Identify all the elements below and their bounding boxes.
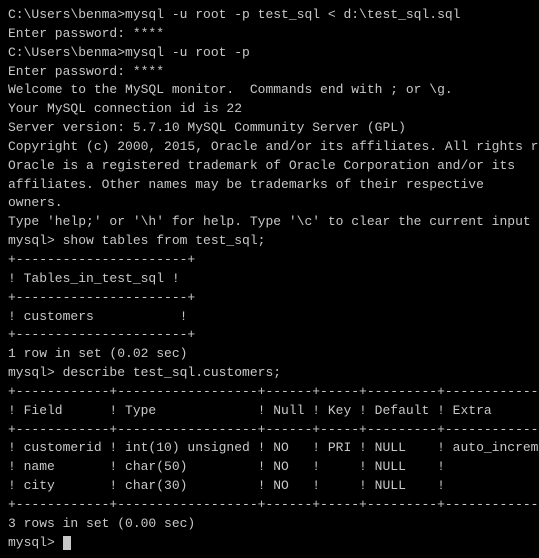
terminal-line-welcome1: Welcome to the MySQL monitor. Commands e… [8, 81, 531, 100]
terminal-line-show_cmd: mysql> show tables from test_sql; [8, 232, 531, 251]
terminal-line-border2: +----------------------+ [8, 289, 531, 308]
terminal-line-border3: +----------------------+ [8, 326, 531, 345]
terminal-line-desc_row1: ! customerid ! int(10) unsigned ! NO ! P… [8, 439, 531, 458]
terminal-line-cmd2: C:\Users\benma>mysql -u root -p [8, 44, 531, 63]
terminal-line-customers_row: ! customers ! [8, 308, 531, 327]
terminal-line-oracle2: affiliates. Other names may be trademark… [8, 176, 531, 195]
terminal-cursor [63, 536, 71, 550]
terminal-line-desc_row2: ! name ! char(50) ! NO ! ! NULL ! ! [8, 458, 531, 477]
terminal-line-pwd1: Enter password: **** [8, 25, 531, 44]
terminal-line-prompt_final: mysql> [8, 534, 63, 553]
terminal-line-oracle3: owners. [8, 194, 531, 213]
terminal-line-desc_border2: +------------+------------------+------+… [8, 421, 531, 440]
terminal-line-cmd1: C:\Users\benma>mysql -u root -p test_sql… [8, 6, 531, 25]
terminal-line-help: Type 'help;' or '\h' for help. Type '\c'… [8, 213, 531, 232]
terminal-line-desc_row3: ! city ! char(30) ! NO ! ! NULL ! ! [8, 477, 531, 496]
terminal-line-desc_cmd: mysql> describe test_sql.customers; [8, 364, 531, 383]
terminal-line-copyright: Copyright (c) 2000, 2015, Oracle and/or … [8, 138, 531, 157]
terminal-line-header: ! Tables_in_test_sql ! [8, 270, 531, 289]
terminal-prompt-line: mysql> [8, 534, 531, 553]
terminal-line-pwd2: Enter password: **** [8, 63, 531, 82]
terminal-window: C:\Users\benma>mysql -u root -p test_sql… [8, 6, 531, 552]
terminal-line-connid: Your MySQL connection id is 22 [8, 100, 531, 119]
terminal-line-desc_border1: +------------+------------------+------+… [8, 383, 531, 402]
terminal-line-version: Server version: 5.7.10 MySQL Community S… [8, 119, 531, 138]
terminal-line-desc_border3: +------------+------------------+------+… [8, 496, 531, 515]
terminal-line-rowcount2: 3 rows in set (0.00 sec) [8, 515, 531, 534]
terminal-line-oracle1: Oracle is a registered trademark of Orac… [8, 157, 531, 176]
terminal-line-border1: +----------------------+ [8, 251, 531, 270]
terminal-line-desc_header: ! Field ! Type ! Null ! Key ! Default ! … [8, 402, 531, 421]
terminal-line-rowcount1: 1 row in set (0.02 sec) [8, 345, 531, 364]
